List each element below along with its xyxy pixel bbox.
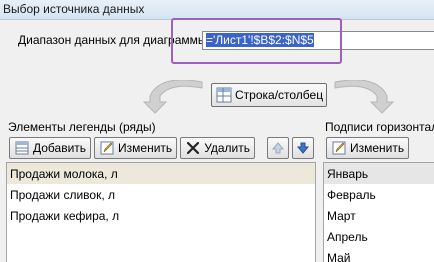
switch-row-column-button[interactable]: Строка/столбец (211, 83, 327, 107)
edit-axis-labels-label: Изменить (350, 141, 405, 155)
axis-labels-title: Подписи горизонтал (325, 120, 434, 134)
list-item[interactable]: Март (324, 205, 434, 226)
edit-axis-labels-button[interactable]: Изменить (326, 137, 410, 159)
delete-series-label: Удалить (204, 141, 251, 155)
edit-series-label: Изменить (118, 141, 173, 155)
edit-series-button[interactable]: Изменить (94, 137, 178, 159)
window-title: Выбор источника данных (3, 2, 145, 16)
edit-icon (332, 141, 346, 155)
arrow-up-icon (271, 142, 285, 154)
axis-toolbar: Изменить (326, 137, 410, 159)
range-label: Диапазон данных для диаграммы: (18, 33, 210, 47)
arrow-down-icon (296, 142, 310, 154)
list-item[interactable]: Февраль (324, 184, 434, 205)
add-series-button[interactable]: Добавить (9, 137, 92, 159)
add-series-label: Добавить (33, 141, 87, 155)
delete-x-icon (187, 141, 200, 155)
add-table-icon (15, 141, 29, 155)
edit-icon (100, 141, 114, 155)
switch-row-column-label: Строка/столбец (235, 88, 324, 102)
range-value: ='Лист1'!$B$2:$N$5 (206, 33, 314, 47)
move-up-button[interactable] (267, 137, 290, 159)
list-item[interactable]: Продажи кефира, л (7, 205, 315, 226)
legend-series-list[interactable]: Продажи молока, л Продажи сливок, л Прод… (6, 162, 316, 262)
list-item[interactable]: Апрель (324, 226, 434, 247)
list-item[interactable]: Май (324, 247, 434, 262)
switch-row-column-icon (216, 87, 232, 103)
move-down-button[interactable] (292, 137, 315, 159)
legend-toolbar: Добавить Изменить Удалить (9, 137, 315, 159)
list-item[interactable]: Продажи сливок, л (7, 184, 315, 205)
title-bar: Выбор источника данных (0, 0, 434, 20)
delete-series-button[interactable]: Удалить (180, 137, 256, 159)
range-input[interactable]: ='Лист1'!$B$2:$N$5 (202, 31, 434, 50)
curved-arrow-right-icon (334, 80, 395, 114)
list-item[interactable]: Продажи молока, л (7, 163, 315, 184)
legend-title: Элементы легенды (ряды) (8, 120, 156, 134)
axis-labels-list[interactable]: Январь Февраль Март Апрель Май (323, 162, 434, 262)
list-item[interactable]: Январь (324, 163, 434, 184)
curved-arrow-left-icon (142, 80, 203, 114)
